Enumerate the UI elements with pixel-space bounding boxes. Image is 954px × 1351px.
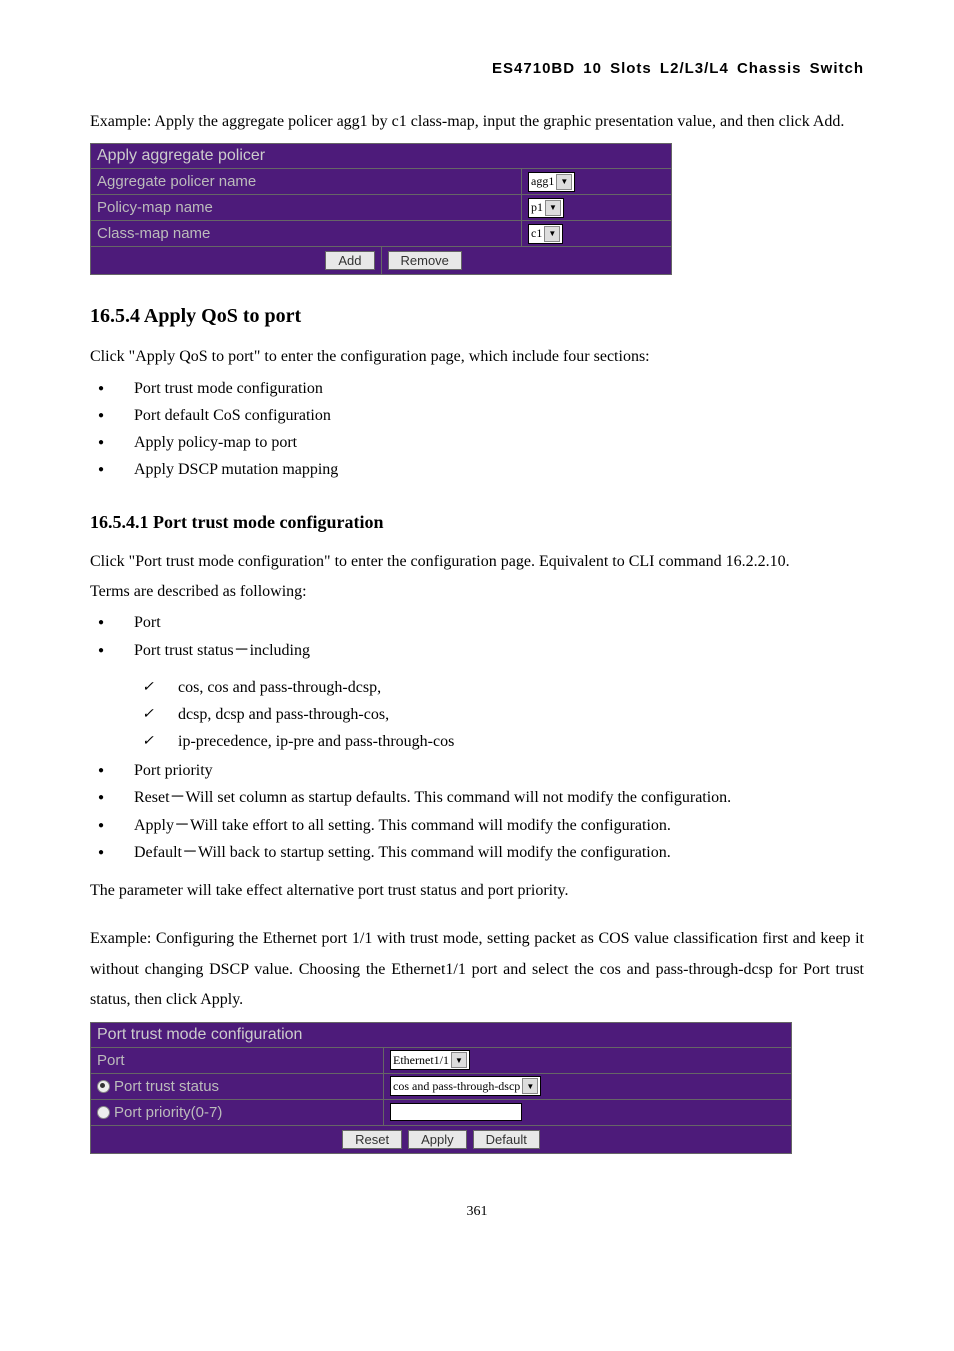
list-item: Port	[90, 609, 864, 636]
radio-port-trust-status[interactable]	[97, 1080, 110, 1093]
intro-paragraph: Example: Apply the aggregate policer agg…	[90, 107, 864, 137]
select-port[interactable]: Ethernet1/1 ▼	[390, 1050, 470, 1070]
radio-port-priority[interactable]	[97, 1106, 110, 1119]
page-header-title: ES4710BD 10 Slots L2/L3/L4 Chassis Switc…	[90, 60, 864, 77]
panel-title: Apply aggregate policer	[91, 144, 671, 169]
chevron-down-icon: ▼	[556, 174, 572, 190]
chevron-down-icon: ▼	[522, 1078, 538, 1094]
select-value: p1	[531, 200, 543, 215]
default-button[interactable]: Default	[473, 1130, 540, 1149]
list-item: Port trust mode configuration	[90, 375, 864, 402]
label-port: Port	[91, 1048, 384, 1073]
panel-title: Port trust mode configuration	[91, 1023, 791, 1048]
select-class-map-name[interactable]: c1 ▼	[528, 224, 563, 244]
label-port-priority: Port priority(0-7)	[91, 1100, 384, 1125]
label-policy-map-name: Policy-map name	[91, 195, 522, 220]
input-port-priority[interactable]	[390, 1103, 522, 1121]
reset-button[interactable]: Reset	[342, 1130, 402, 1149]
list-item: Default－Will back to startup setting. Th…	[90, 839, 864, 866]
list-16-5-4: Port trust mode configuration Port defau…	[90, 375, 864, 484]
list-item: Apply policy-map to port	[90, 429, 864, 456]
label-port-trust-status: Port trust status	[91, 1074, 384, 1099]
apply-button[interactable]: Apply	[408, 1130, 467, 1149]
select-value: cos and pass-through-dscp	[393, 1079, 520, 1094]
chevron-down-icon: ▼	[545, 200, 561, 216]
list-item: Reset－Will set column as startup default…	[90, 784, 864, 811]
terms-list-top: Port Port trust status－including	[90, 609, 864, 663]
chevron-down-icon: ▼	[451, 1052, 467, 1068]
page-number: 361	[90, 1204, 864, 1220]
select-value: Ethernet1/1	[393, 1053, 449, 1068]
select-aggregate-policer-name[interactable]: agg1 ▼	[528, 172, 575, 192]
check-item: cos, cos and pass-through-dcsp,	[134, 674, 864, 701]
p4-16-5-4-1: Example: Configuring the Ethernet port 1…	[90, 924, 864, 1015]
check-item: dcsp, dcsp and pass-through-cos,	[134, 701, 864, 728]
list-item: Port trust status－including	[90, 637, 864, 664]
select-port-trust-status[interactable]: cos and pass-through-dscp ▼	[390, 1076, 541, 1096]
terms-list-bottom: Port priority Reset－Will set column as s…	[90, 757, 864, 866]
apply-aggregate-policer-panel: Apply aggregate policer Aggregate police…	[90, 143, 672, 275]
list-item: Port priority	[90, 757, 864, 784]
p1-16-5-4-1: Click "Port trust mode configuration" to…	[90, 547, 864, 577]
select-value: c1	[531, 226, 542, 241]
list-item: Apply－Will take effort to all setting. T…	[90, 812, 864, 839]
checks-list: cos, cos and pass-through-dcsp, dcsp, dc…	[134, 674, 864, 756]
list-item: Apply DSCP mutation mapping	[90, 456, 864, 483]
select-policy-map-name[interactable]: p1 ▼	[528, 198, 564, 218]
chevron-down-icon: ▼	[544, 226, 560, 242]
heading-16-5-4-1: 16.5.4.1 Port trust mode configuration	[90, 512, 864, 533]
label-class-map-name: Class-map name	[91, 221, 522, 246]
add-button[interactable]: Add	[325, 251, 374, 270]
remove-button[interactable]: Remove	[388, 251, 462, 270]
p2-16-5-4-1: Terms are described as following:	[90, 577, 864, 607]
port-trust-mode-panel: Port trust mode configuration Port Ether…	[90, 1022, 792, 1154]
p3-16-5-4-1: The parameter will take effect alternati…	[90, 876, 864, 906]
label-aggregate-policer-name: Aggregate policer name	[91, 169, 522, 194]
check-item: ip-precedence, ip-pre and pass-through-c…	[134, 728, 864, 755]
lead-16-5-4: Click "Apply QoS to port" to enter the c…	[90, 342, 864, 372]
heading-16-5-4: 16.5.4 Apply QoS to port	[90, 305, 864, 328]
list-item: Port default CoS configuration	[90, 402, 864, 429]
select-value: agg1	[531, 174, 554, 189]
